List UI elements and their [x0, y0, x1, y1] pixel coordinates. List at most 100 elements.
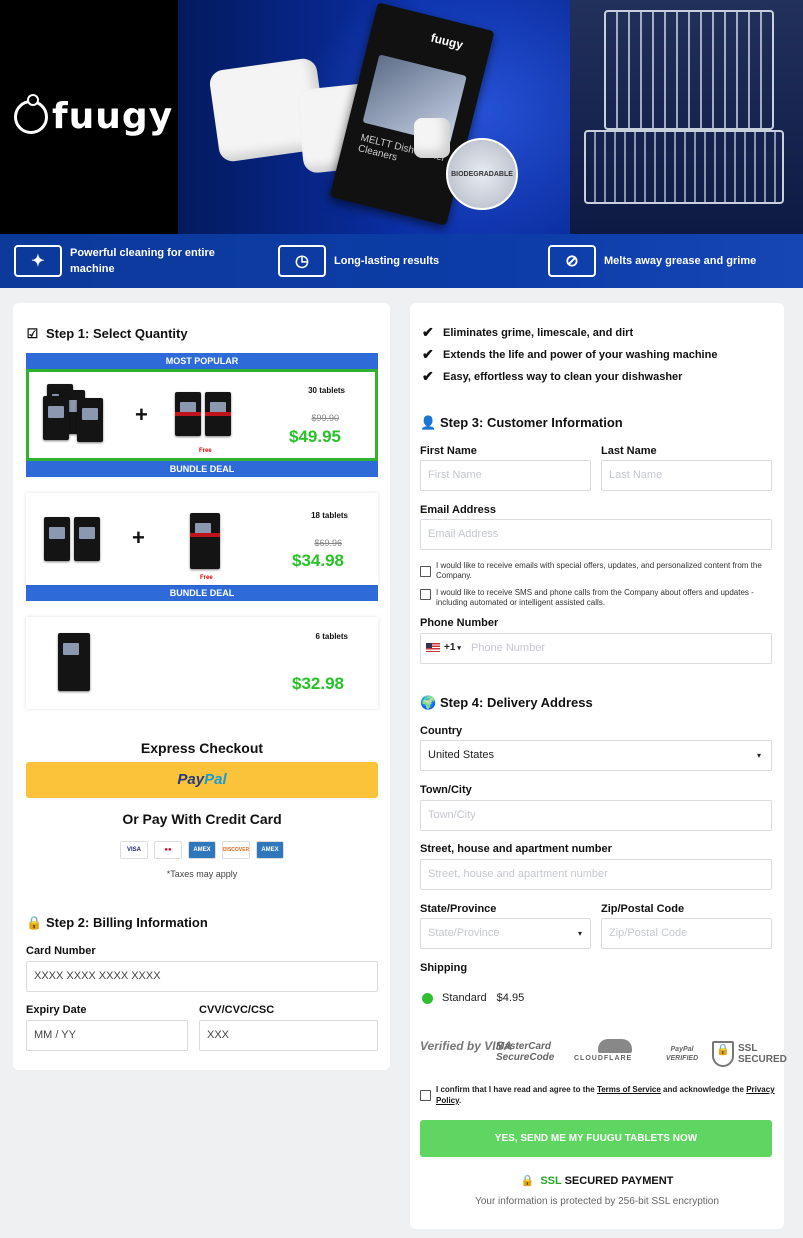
mastercard-icon: ●● [154, 841, 182, 859]
discover-card-icon: DISCOVER [222, 841, 250, 859]
lock-icon: 🔒 [26, 915, 43, 930]
email-consent-checkbox[interactable] [420, 566, 431, 577]
globe-icon: 🌍 [420, 695, 437, 710]
phone-input[interactable]: Phone Number [420, 633, 772, 664]
cloud-icon [598, 1039, 632, 1053]
tablet-image [414, 118, 450, 158]
product-pack-thumb [43, 396, 69, 440]
agree-post: . [458, 1096, 462, 1105]
benefit-item: ✔ Easy, effortless way to clean your dish… [422, 368, 682, 385]
feature-item: ⊘ Melts away grease and grime [548, 234, 798, 288]
street-input[interactable]: Street, house and apartment number [420, 859, 772, 890]
product-pack-thumb [58, 633, 90, 691]
paypal-button[interactable]: PayPal [26, 762, 378, 798]
chevron-down-icon: ▾ [457, 644, 461, 652]
email-label: Email Address [420, 504, 497, 516]
town-label: Town/City [420, 784, 472, 796]
agree-mid: and acknowledge the [660, 1085, 747, 1094]
radio-selected-icon [422, 992, 433, 1004]
step2-heading: 🔒 Step 2: Billing Information [26, 915, 208, 930]
product-pack-thumb [74, 517, 100, 561]
offer-price: $34.98 [292, 551, 344, 570]
card-number-input[interactable]: XXXX XXXX XXXX XXXX [26, 961, 378, 992]
phone-country-selector[interactable]: +1 ▾ [426, 642, 461, 653]
offer-box[interactable]: + Free 30 tablets $99.90 $49.95 [26, 369, 378, 461]
first-name-input[interactable]: First Name [420, 460, 591, 491]
card-number-label: Card Number [26, 945, 96, 957]
tablet-count: 30 tablets [308, 386, 345, 395]
step1-heading: ☑ Step 1: Select Quantity [26, 326, 188, 341]
email-consent-text: I would like to receive emails with spec… [436, 561, 762, 580]
amex-card-icon: AMEX [188, 841, 216, 859]
offer-6-tablets[interactable]: 6 tablets $32.98 [26, 617, 378, 709]
country-select[interactable]: United States ▾ [420, 740, 772, 771]
biodegradable-seal: BIODEGRADABLE [446, 138, 518, 210]
card-logos: VISA ●● AMEX DISCOVER AMEX [120, 841, 284, 859]
cvv-input[interactable]: XXX [199, 1020, 378, 1051]
agree-pre: I confirm that I have read and agree to … [436, 1085, 597, 1094]
product-pack-thumb [44, 517, 70, 561]
offer-18-tablets[interactable]: + Free 18 tablets $69.96 $34.98 BUNDLE D… [26, 493, 378, 601]
brand-logo: fuugy [14, 93, 174, 137]
check-icon: ✔ [422, 368, 434, 384]
tablet-count: 18 tablets [311, 511, 348, 520]
agree-checkbox[interactable] [420, 1090, 431, 1101]
gift-pack-thumb [175, 392, 201, 436]
country-value: United States [428, 749, 495, 761]
feature-text: Powerful cleaning for entire machine [70, 247, 215, 275]
shield-lock-icon: 🔒 [712, 1041, 734, 1067]
feature-item: ✦ Powerful cleaning for entire machine [14, 234, 254, 288]
offer-box[interactable]: 6 tablets $32.98 [26, 617, 378, 709]
dishwasher-clock-icon: ◷ [278, 245, 326, 277]
benefit-item: ✔ Extends the life and power of your wash… [422, 346, 717, 363]
step3-heading: 👤 Step 3: Customer Information [420, 415, 623, 430]
ssl-badge-text: SSL SECURED [738, 1043, 787, 1065]
shipping-option-price: $4.95 [496, 992, 525, 1004]
paypal-verified-badge: PayPal VERIFIED [665, 1046, 699, 1062]
last-name-input[interactable]: Last Name [601, 460, 772, 491]
feature-item: ◷ Long-lasting results [278, 234, 498, 288]
shipping-label: Shipping [420, 962, 468, 974]
town-input[interactable]: Town/City [420, 800, 772, 831]
sms-consent-text: I would like to receive SMS and phone ca… [436, 588, 754, 607]
visa-card-icon: VISA [120, 841, 148, 859]
hero-banner: fuugy fuugy MELTT Dishwasher Cleaners BI… [0, 0, 803, 234]
lock-icon: 🔒 [520, 1175, 535, 1187]
offer-price: $49.95 [289, 427, 341, 446]
chevron-down-icon: ▾ [756, 751, 761, 760]
first-name-label: First Name [420, 445, 477, 457]
shipping-option-standard[interactable]: Standard $4.95 [422, 992, 524, 1004]
benefit-item: ✔ Eliminates grime, limescale, and dirt [422, 324, 633, 341]
plus-icon: + [135, 402, 148, 427]
offer-30-tablets[interactable]: MOST POPULAR + Free 30 tablets $99.90 $4… [26, 353, 378, 477]
terms-link[interactable]: Terms of Service [597, 1085, 661, 1094]
offer-box[interactable]: + Free 18 tablets $69.96 $34.98 [26, 493, 378, 585]
dishwasher-image [570, 0, 803, 234]
amex-card-icon: AMEX [256, 841, 284, 859]
email-input[interactable]: Email Address [420, 519, 772, 550]
brand-name: fuugy [52, 96, 174, 137]
dishwasher-no-grease-icon: ⊘ [548, 245, 596, 277]
sms-consent-checkbox[interactable] [420, 589, 431, 600]
zip-input[interactable]: Zip/Postal Code [601, 918, 772, 949]
check-icon: ✔ [422, 346, 434, 362]
paypal-logo-pay: Pay [177, 771, 205, 788]
benefit-text: Extends the life and power of your washi… [443, 348, 718, 361]
expiry-label: Expiry Date [26, 1004, 87, 1016]
expiry-input[interactable]: MM / YY [26, 1020, 188, 1051]
benefit-text: Easy, effortless way to clean your dishw… [443, 370, 683, 383]
cloudflare-text: CLOUDFLARE [574, 1055, 633, 1062]
logo-ring-icon [14, 93, 48, 134]
step1-title: Step 1: Select Quantity [46, 326, 188, 341]
state-select[interactable]: State/Province ▾ [420, 918, 591, 949]
ribbon-most-popular: MOST POPULAR [26, 353, 378, 369]
secured-payment-label: SECURED PAYMENT [561, 1175, 674, 1187]
state-label: State/Province [420, 903, 497, 915]
submit-order-button[interactable]: YES, SEND ME MY FUUGU TABLETS NOW [420, 1120, 772, 1157]
ribbon-bundle-deal: BUNDLE DEAL [26, 461, 378, 477]
free-label: Free [200, 575, 213, 581]
taxes-note: *Taxes may apply [166, 869, 238, 879]
pay-with-card-title: Or Pay With Credit Card [122, 811, 282, 827]
package-brand: fuugy [429, 30, 465, 53]
phone-label: Phone Number [420, 617, 499, 629]
